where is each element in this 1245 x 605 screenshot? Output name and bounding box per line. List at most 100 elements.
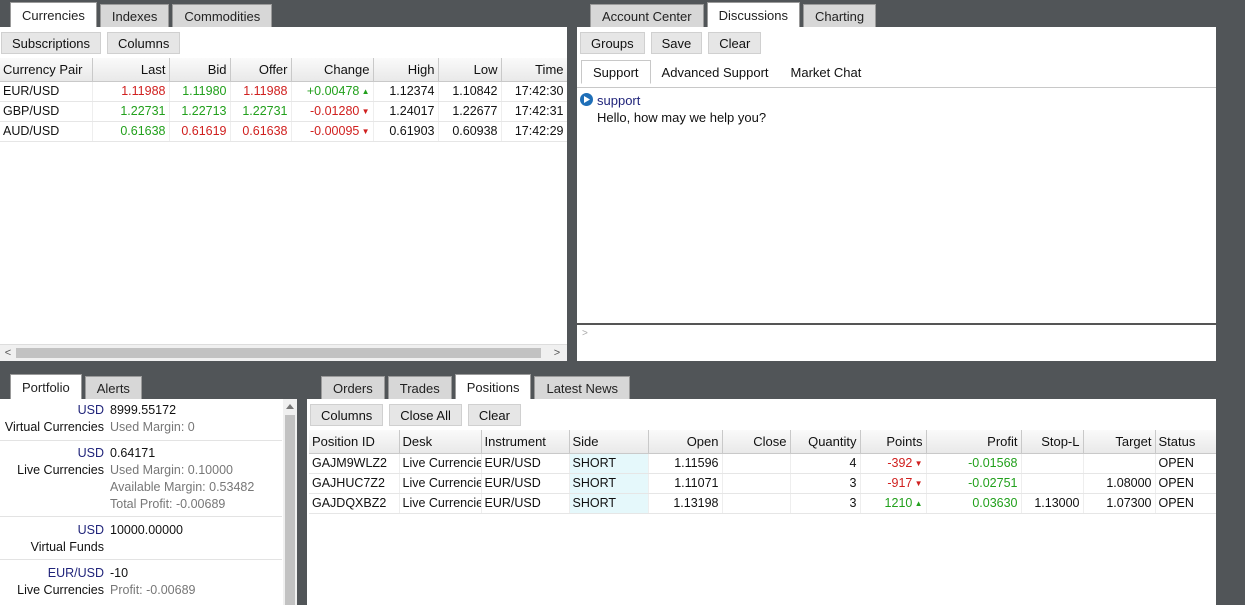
bid-cell: 0.61619 (169, 121, 231, 142)
subtab-advanced-support[interactable]: Advanced Support (651, 60, 780, 84)
entry-value: 10000.00000 (110, 523, 183, 537)
save-button[interactable]: Save (650, 32, 703, 54)
portfolio-entry[interactable]: USD 8999.55172 Virtual Currencies Used M… (0, 399, 282, 441)
tab-portfolio[interactable]: Portfolio (10, 374, 82, 399)
stop-loss-cell (1021, 453, 1084, 474)
col-position-id[interactable]: Position ID (309, 430, 400, 454)
entry-currency: USD (77, 403, 104, 417)
portfolio-entry[interactable]: USD 0.64171 Live Currencies Used Margin:… (0, 441, 282, 517)
col-target[interactable]: Target (1083, 430, 1156, 454)
col-time[interactable]: Time (501, 58, 567, 82)
scroll-left-arrow-icon[interactable]: < (0, 345, 16, 361)
status-cell: OPEN (1155, 473, 1216, 494)
stop-loss-cell: 1.13000 (1021, 493, 1084, 514)
tab-indexes[interactable]: Indexes (99, 4, 170, 27)
offer-cell: 0.61638 (230, 121, 292, 142)
subscriptions-button[interactable]: Subscriptions (1, 32, 102, 54)
columns-button[interactable]: Columns (107, 32, 181, 54)
discussions-panel: Groups Save Clear Support Advanced Suppo… (577, 27, 1216, 361)
col-profit[interactable]: Profit (926, 430, 1022, 454)
last-cell: 1.11988 (92, 81, 170, 102)
subtab-support[interactable]: Support (581, 60, 651, 84)
chat-input[interactable]: > (577, 323, 1216, 361)
entry-profit: Profit: -0.00689 (110, 583, 196, 597)
entry-label: Virtual Funds (30, 540, 104, 554)
col-side[interactable]: Side (569, 430, 649, 454)
tab-discussions[interactable]: Discussions (706, 2, 800, 27)
profit-cell: 0.03630 (926, 493, 1022, 514)
pair-cell: EUR/USD (0, 81, 93, 102)
col-change[interactable]: Change (291, 58, 374, 82)
subtab-market-chat[interactable]: Market Chat (780, 60, 873, 84)
tab-trades[interactable]: Trades (387, 376, 452, 399)
col-open[interactable]: Open (648, 430, 723, 454)
col-status[interactable]: Status (1155, 430, 1216, 454)
quantity-cell: 3 (790, 473, 861, 494)
col-close[interactable]: Close (722, 430, 791, 454)
tab-positions[interactable]: Positions (454, 374, 532, 399)
profit-cell: -0.01568 (926, 453, 1022, 474)
tab-alerts[interactable]: Alerts (84, 376, 142, 399)
quote-row[interactable]: GBP/USD 1.22731 1.22713 1.22731 -0.01280… (0, 101, 567, 122)
side-cell: SHORT (569, 473, 649, 494)
discussion-subtabs: Support Advanced Support Market Chat (581, 60, 872, 84)
close-all-button[interactable]: Close All (389, 404, 462, 426)
tab-orders[interactable]: Orders (321, 376, 385, 399)
entry-label: Live Currencies (17, 463, 104, 477)
col-bid[interactable]: Bid (169, 58, 231, 82)
col-desk[interactable]: Desk (399, 430, 482, 454)
tab-account-center[interactable]: Account Center (590, 4, 704, 27)
target-cell: 1.08000 (1083, 473, 1156, 494)
scroll-up-arrow-icon[interactable] (286, 404, 294, 409)
status-cell: OPEN (1155, 493, 1216, 514)
change-cell: +0.00478 (291, 81, 374, 102)
scroll-right-arrow-icon[interactable]: > (549, 345, 565, 361)
target-cell (1083, 453, 1156, 474)
tab-currencies[interactable]: Currencies (10, 2, 97, 27)
change-cell: -0.01280 (291, 101, 374, 122)
points-cell: -917 (860, 473, 927, 494)
quote-row[interactable]: EUR/USD 1.11988 1.11980 1.11988 +0.00478… (0, 81, 567, 102)
col-stop-loss[interactable]: Stop-L (1021, 430, 1084, 454)
tab-charting[interactable]: Charting (802, 4, 877, 27)
entry-available-margin: Available Margin: 0.53482 (110, 480, 255, 494)
scrollbar-thumb[interactable] (16, 348, 541, 358)
col-points[interactable]: Points (860, 430, 927, 454)
pair-cell: AUD/USD (0, 121, 93, 142)
col-high[interactable]: High (373, 58, 439, 82)
low-cell: 1.22677 (438, 101, 502, 122)
quotes-horizontal-scrollbar[interactable]: < > (0, 344, 567, 361)
position-row[interactable]: GAJDQXBZ2 Live Currencies EUR/USD SHORT … (309, 493, 1216, 514)
position-row[interactable]: GAJHUC7Z2 Live Currencies EUR/USD SHORT … (309, 473, 1216, 494)
desk-cell: Live Currencies (399, 453, 482, 474)
portfolio-vertical-scrollbar[interactable] (283, 399, 297, 605)
col-quantity[interactable]: Quantity (790, 430, 861, 454)
desk-cell: Live Currencies (399, 473, 482, 494)
position-row[interactable]: GAJM9WLZ2 Live Currencies EUR/USD SHORT … (309, 453, 1216, 474)
scrollbar-thumb[interactable] (285, 415, 295, 605)
desk-cell: Live Currencies (399, 493, 482, 514)
entry-label: Live Currencies (17, 583, 104, 597)
quote-row[interactable]: AUD/USD 0.61638 0.61619 0.61638 -0.00095… (0, 121, 567, 142)
instrument-cell: EUR/USD (481, 473, 570, 494)
col-offer[interactable]: Offer (230, 58, 292, 82)
positions-table: Position ID Desk Instrument Side Open Cl… (309, 430, 1216, 514)
tab-commodities[interactable]: Commodities (172, 4, 273, 27)
col-instrument[interactable]: Instrument (481, 430, 570, 454)
col-currency-pair[interactable]: Currency Pair (0, 58, 93, 82)
entry-currency: USD (77, 523, 104, 537)
portfolio-entry[interactable]: USD 10000.00000 Virtual Funds (0, 517, 282, 560)
positions-header-row: Position ID Desk Instrument Side Open Cl… (309, 430, 1216, 454)
positions-toolbar: Columns Close All Clear (307, 401, 1216, 429)
clear-button[interactable]: Clear (708, 32, 762, 54)
position-id-cell: GAJDQXBZ2 (309, 493, 400, 514)
groups-button[interactable]: Groups (580, 32, 645, 54)
portfolio-entry[interactable]: EUR/USD -10 Live Currencies Profit: -0.0… (0, 560, 282, 605)
side-cell: SHORT (569, 493, 649, 514)
col-low[interactable]: Low (438, 58, 502, 82)
open-cell: 1.11071 (648, 473, 723, 494)
clear-button[interactable]: Clear (467, 404, 521, 426)
tab-latest-news[interactable]: Latest News (534, 376, 631, 399)
col-last[interactable]: Last (92, 58, 170, 82)
columns-button[interactable]: Columns (310, 404, 384, 426)
